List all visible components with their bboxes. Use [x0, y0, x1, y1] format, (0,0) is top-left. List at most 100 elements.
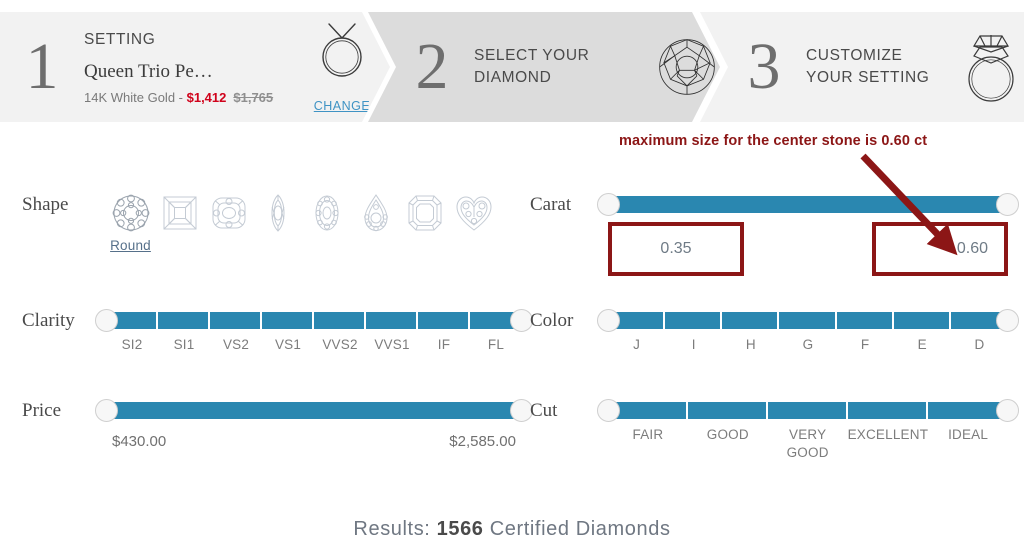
filter-row-shape: Shape Round	[22, 192, 522, 253]
carat-max-value-box[interactable]: 0.60	[872, 222, 1008, 276]
color-handle-min[interactable]	[597, 309, 620, 332]
cut-segment[interactable]	[608, 402, 688, 419]
color-track[interactable]	[597, 309, 1019, 332]
color-tick: E	[917, 337, 927, 352]
round-diamond-icon	[654, 32, 720, 102]
price-track[interactable]	[95, 399, 533, 422]
step-3-number: 3	[747, 30, 781, 103]
cut-handle-max[interactable]	[996, 399, 1019, 422]
shape-option-oval[interactable]	[302, 192, 351, 234]
cut-segment[interactable]	[848, 402, 928, 419]
clarity-track[interactable]	[95, 309, 533, 332]
filter-row-clarity: Clarity SI2 SI1 VS2 VS1 VVS2 VVS1 IF FL	[22, 308, 533, 354]
color-segment[interactable]	[722, 312, 780, 329]
cut-track[interactable]	[597, 399, 1019, 422]
cut-segment[interactable]	[688, 402, 768, 419]
step-progress-bar: 1 SETTING Queen Trio Pe… 14K White Gold …	[0, 0, 1024, 122]
setting-original-price: $1,765	[233, 89, 274, 105]
cut-slider[interactable]: FAIR GOOD VERY GOOD EXCELLENT IDEAL	[597, 398, 1019, 462]
change-setting-link[interactable]: CHANGE	[314, 99, 370, 113]
price-slider[interactable]: $430.00 $2,585.00	[95, 398, 533, 450]
cut-handle-min[interactable]	[597, 399, 620, 422]
color-tick: J	[633, 337, 641, 352]
clarity-tick: FL	[487, 337, 505, 352]
clarity-segment[interactable]	[158, 312, 210, 329]
setting-product-name: Queen Trio Pe…	[84, 60, 213, 82]
price-label: Price	[22, 400, 62, 421]
clarity-tick: VS1	[274, 337, 302, 352]
cut-tick: VERY GOOD	[786, 427, 829, 461]
clarity-tick: SI2	[121, 337, 143, 352]
step-2-select-diamond[interactable]: 2 SELECT YOUR DIAMOND	[368, 12, 720, 122]
carat-handle-min[interactable]	[597, 193, 620, 216]
results-summary: Results: 1566 Certified Diamonds	[0, 518, 1024, 541]
carat-track[interactable]	[597, 193, 1019, 216]
cut-tick: GOOD	[706, 427, 749, 442]
step-1-number: 1	[25, 30, 59, 103]
carat-min-value-box[interactable]: 0.35	[608, 222, 744, 276]
clarity-slider[interactable]: SI2 SI1 VS2 VS1 VVS2 VVS1 IF FL	[95, 308, 533, 354]
color-segment[interactable]	[779, 312, 837, 329]
princess-shape-icon	[159, 192, 201, 234]
color-tick: G	[802, 337, 814, 352]
cushion-shape-icon	[208, 192, 250, 234]
shape-option-princess[interactable]	[155, 192, 204, 234]
setting-metal: 14K White Gold -	[84, 89, 187, 105]
color-tick: I	[691, 337, 696, 352]
price-max-value: $2,585.00	[449, 433, 516, 450]
oval-shape-icon	[306, 192, 348, 234]
filter-row-carat: Carat 0.35 0.60	[530, 192, 1019, 276]
filter-row-cut: Cut FAIR GOOD VERY GOOD EXCELLENT IDEAL	[530, 398, 1019, 462]
clarity-segment[interactable]	[366, 312, 418, 329]
step-3-customize-setting[interactable]: 3 CUSTOMIZE YOUR SETTING	[700, 12, 1024, 122]
shape-option-cushion[interactable]	[204, 192, 253, 234]
clarity-handle-min[interactable]	[95, 309, 118, 332]
ring-icon	[309, 21, 375, 79]
diamond-filters: Shape Round Carat 0.35 0.60 Clarity SI2 …	[0, 130, 1024, 500]
clarity-tick-labels: SI2 SI1 VS2 VS1 VVS2 VVS1 IF FL	[106, 336, 522, 354]
clarity-segment[interactable]	[418, 312, 470, 329]
shape-option-round[interactable]: Round	[106, 192, 155, 253]
shape-option-pear[interactable]	[351, 192, 400, 234]
cut-tick: EXCELLENT	[847, 427, 929, 442]
clarity-segment[interactable]	[262, 312, 314, 329]
emerald-shape-icon	[404, 192, 446, 234]
shape-option-list: Round	[106, 192, 498, 253]
cut-tick: FAIR	[632, 427, 664, 442]
color-tick: H	[745, 337, 756, 352]
max-carat-annotation-text: maximum size for the center stone is 0.6…	[619, 133, 928, 149]
color-tick-labels: J I H G F E D	[608, 336, 1008, 354]
clarity-segment[interactable]	[314, 312, 366, 329]
cut-segment[interactable]	[768, 402, 848, 419]
step-2-title-line1: SELECT YOUR	[474, 46, 590, 64]
heart-shape-icon	[453, 192, 495, 234]
setting-sale-price: $1,412	[186, 89, 227, 105]
pear-shape-icon	[355, 192, 397, 234]
cut-tick-labels: FAIR GOOD VERY GOOD EXCELLENT IDEAL	[608, 426, 1008, 462]
clarity-tick: VVS2	[322, 337, 358, 352]
color-segment[interactable]	[837, 312, 894, 329]
color-handle-max[interactable]	[996, 309, 1019, 332]
carat-slider[interactable]: 0.35 0.60	[597, 192, 1019, 276]
clarity-tick: IF	[437, 337, 451, 352]
price-values: $430.00 $2,585.00	[106, 433, 522, 450]
cut-tick: IDEAL	[948, 427, 989, 442]
clarity-tick: VVS1	[374, 337, 410, 352]
carat-handle-max[interactable]	[996, 193, 1019, 216]
shape-option-marquise[interactable]	[253, 192, 302, 234]
price-handle-min[interactable]	[95, 399, 118, 422]
color-segment[interactable]	[665, 312, 723, 329]
step-1-title: SETTING	[84, 31, 156, 49]
color-slider[interactable]: J I H G F E D	[597, 308, 1019, 354]
clarity-segment[interactable]	[210, 312, 262, 329]
results-count: 1566	[436, 518, 484, 540]
price-min-value: $430.00	[112, 433, 167, 450]
shape-option-heart[interactable]	[449, 192, 498, 234]
color-tick: F	[860, 337, 870, 352]
step-1-setting[interactable]: 1 SETTING Queen Trio Pe… 14K White Gold …	[0, 12, 390, 122]
shape-option-emerald[interactable]	[400, 192, 449, 234]
filter-row-price: Price $430.00 $2,585.00	[22, 398, 533, 450]
color-segment[interactable]	[894, 312, 951, 329]
step-2-title-line2: DIAMOND	[474, 69, 552, 86]
shape-option-round-label: Round	[110, 238, 151, 253]
